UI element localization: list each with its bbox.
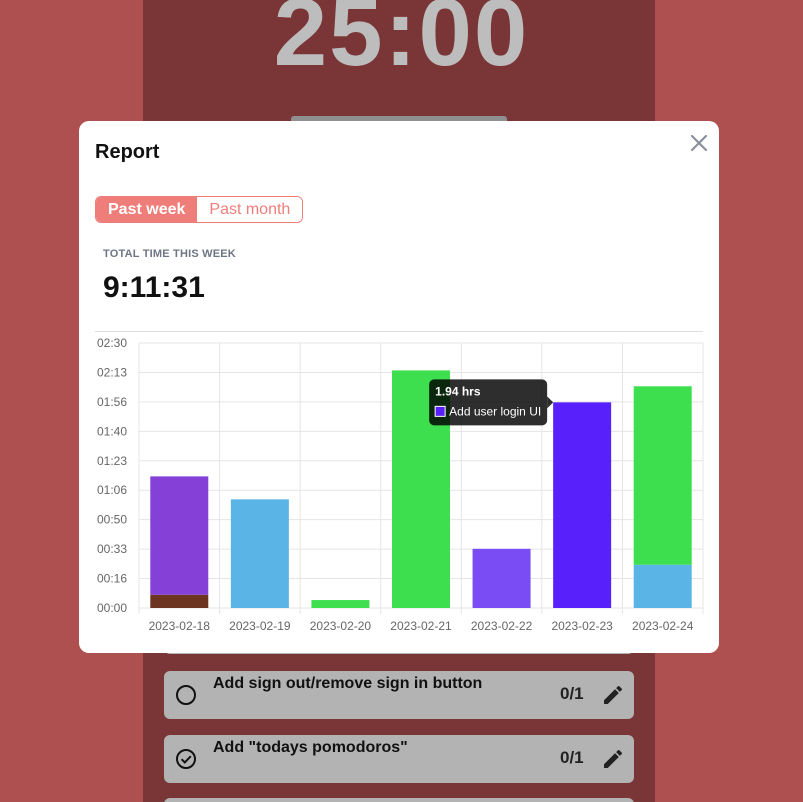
chart-tooltip: 1.94 hrs Add user login UI	[429, 379, 554, 426]
y-tick-label: 02:13	[97, 365, 127, 379]
x-tick-label: 2023-02-20	[310, 619, 372, 633]
y-tick-label: 00:33	[97, 542, 127, 556]
x-tick-label: 2023-02-22	[471, 619, 533, 633]
bar-segment[interactable]	[553, 402, 612, 608]
x-tick-label: 2023-02-18	[149, 619, 211, 633]
bar-segment[interactable]	[633, 386, 692, 565]
y-tick-label: 01:23	[97, 454, 127, 468]
tab-past-month[interactable]: Past month	[197, 197, 303, 222]
x-tick-label: 2023-02-21	[390, 619, 452, 633]
y-tick-label: 02:30	[97, 336, 127, 350]
bar-segment[interactable]	[150, 594, 209, 608]
weekly-time-chart: 00:00 00:16 00:33 00:50 01:06 01:23 01:40 01:56…	[97, 336, 704, 633]
x-tick-label: 2023-02-24	[632, 619, 694, 633]
tooltip-title: 1.94 hrs	[435, 384, 481, 398]
y-tick-label: 00:50	[97, 513, 127, 527]
y-tick-label: 00:00	[97, 601, 127, 615]
bar-segment[interactable]	[311, 600, 370, 608]
x-tick-label: 2023-02-23	[551, 619, 613, 633]
bar-segment[interactable]	[472, 548, 531, 608]
tooltip-caret	[547, 396, 554, 409]
y-axis-labels: 00:00 00:16 00:33 00:50 01:06 01:23 01:40 01:56…	[97, 336, 127, 615]
divider	[95, 331, 703, 332]
modal-title: Report	[95, 141, 160, 163]
report-modal: Report Past week Past month TOTAL TIME T…	[79, 121, 719, 653]
y-tick-label: 00:16	[97, 572, 127, 586]
tooltip-label: Add user login UI	[449, 404, 541, 418]
y-tick-label: 01:40	[97, 424, 127, 438]
x-tick-label: 2023-02-19	[229, 619, 291, 633]
total-time-label: TOTAL TIME THIS WEEK	[103, 248, 236, 260]
close-icon[interactable]	[687, 131, 711, 155]
x-axis-labels: 2023-02-18 2023-02-19 2023-02-20 2023-02-21…	[149, 619, 694, 633]
tooltip-swatch	[434, 405, 446, 417]
total-time-value: 9:11:31	[103, 271, 205, 304]
tab-past-week[interactable]: Past week	[96, 197, 198, 222]
bar-segment[interactable]	[230, 499, 289, 608]
y-tick-label: 01:06	[97, 483, 127, 497]
bar-segment[interactable]	[633, 564, 692, 608]
period-tabs: Past week Past month	[95, 196, 304, 223]
y-tick-label: 01:56	[97, 395, 127, 409]
chart-bars	[150, 370, 692, 608]
bar-segment[interactable]	[150, 476, 209, 595]
